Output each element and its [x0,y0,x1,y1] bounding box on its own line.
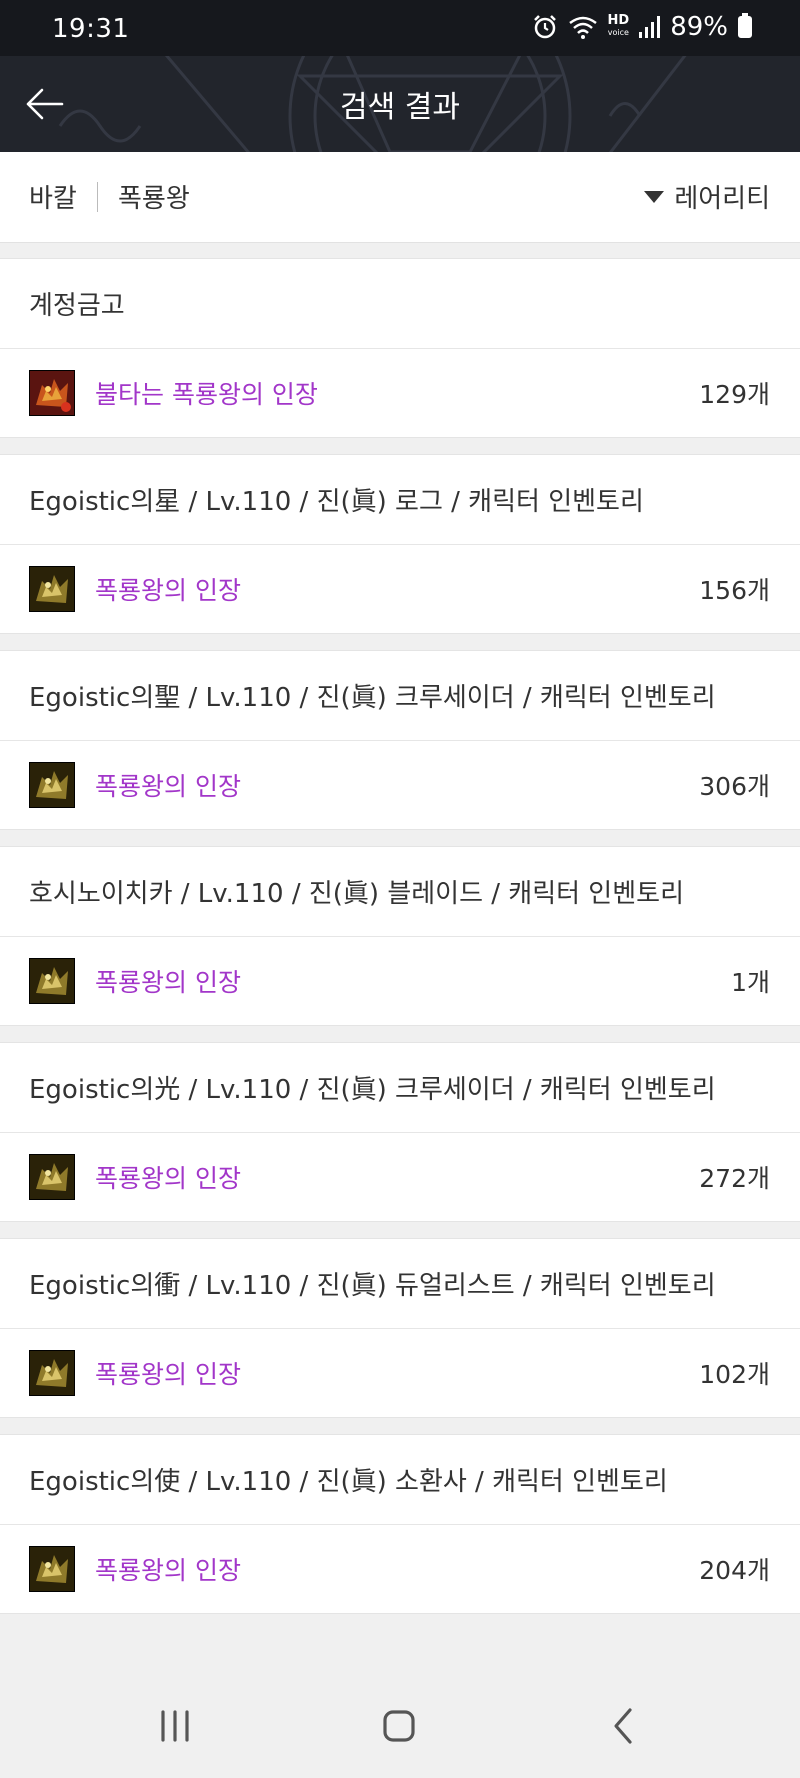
caret-down-icon [644,190,665,203]
item-name: 불타는 폭룡왕의 인장 [95,380,318,409]
item-row[interactable]: 폭룡왕의 인장 102개 [0,1329,800,1417]
app-header: 검색 결과 [0,56,800,152]
item-name: 폭룡왕의 인장 [95,1164,241,1193]
sort-label: 레어리티 [674,184,770,214]
item-row[interactable]: 폭룡왕의 인장 1개 [0,937,800,1025]
result-list: 계정금고불타는 폭룡왕의 인장 129개 Egoistic의星 / Lv.110 /… [0,258,800,1630]
seal-icon [29,1154,75,1200]
seal-icon [29,958,75,1004]
sort-dropdown[interactable]: 레어리티 [644,178,770,215]
item-count: 1개 [731,968,770,997]
status-icons: HD voice 89% [532,12,752,42]
group-location-title: Egoistic의衝 / Lv.110 / 진(眞) 듀얼리스트 / 캐릭터 인… [0,1239,800,1329]
server-label[interactable]: 바칼 [29,178,77,215]
group-location-title: Egoistic의光 / Lv.110 / 진(眞) 크루세이더 / 캐릭터 인… [0,1043,800,1133]
item-row[interactable]: 불타는 폭룡왕의 인장 129개 [0,349,800,437]
back-chevron-icon[interactable] [594,1704,654,1748]
item-name: 폭룡왕의 인장 [95,576,241,605]
hd-label: HD [607,13,630,28]
recent-apps-icon[interactable] [145,1704,205,1748]
result-group: Egoistic의衝 / Lv.110 / 진(眞) 듀얼리스트 / 캐릭터 인… [0,1238,800,1418]
hd-voice-badge: HD voice [607,13,630,39]
battery-percent: 89% [670,12,728,42]
item-count: 129개 [699,380,770,409]
group-location-title: 호시노이치카 / Lv.110 / 진(眞) 블레이드 / 캐릭터 인벤토리 [0,847,800,937]
item-row[interactable]: 폭룡왕의 인장 156개 [0,545,800,633]
item-count: 204개 [699,1556,770,1585]
filter-divider [97,182,98,212]
status-time: 19:31 [52,14,130,44]
seal-icon [29,762,75,808]
result-group: Egoistic의使 / Lv.110 / 진(眞) 소환사 / 캐릭터 인벤토… [0,1434,800,1614]
item-name: 폭룡왕의 인장 [95,968,241,997]
voice-label: voice [607,28,629,37]
seal-icon [29,566,75,612]
item-row[interactable]: 폭룡왕의 인장 272개 [0,1133,800,1221]
seal-icon [29,1546,75,1592]
item-row[interactable]: 폭룡왕의 인장 306개 [0,741,800,829]
result-group: 계정금고불타는 폭룡왕의 인장 129개 [0,258,800,438]
item-count: 156개 [699,576,770,605]
burning-seal-icon [29,370,75,416]
item-name: 폭룡왕의 인장 [95,772,241,801]
wifi-icon [568,16,597,39]
item-name: 폭룡왕의 인장 [95,1556,241,1585]
home-icon[interactable] [369,1704,429,1748]
filter-bar: 바칼 폭룡왕 레어리티 [0,152,800,243]
group-location-title: Egoistic의使 / Lv.110 / 진(眞) 소환사 / 캐릭터 인벤토… [0,1435,800,1525]
result-group: Egoistic의光 / Lv.110 / 진(眞) 크루세이더 / 캐릭터 인… [0,1042,800,1222]
result-group: Egoistic의聖 / Lv.110 / 진(眞) 크루세이더 / 캐릭터 인… [0,650,800,830]
group-location-title: Egoistic의聖 / Lv.110 / 진(眞) 크루세이더 / 캐릭터 인… [0,651,800,741]
group-location-title: Egoistic의星 / Lv.110 / 진(眞) 로그 / 캐릭터 인벤토리 [0,455,800,545]
signal-icon [639,16,661,38]
result-group: Egoistic의星 / Lv.110 / 진(眞) 로그 / 캐릭터 인벤토리… [0,454,800,634]
system-nav-bar [0,1672,800,1778]
item-name: 폭룡왕의 인장 [95,1360,241,1389]
result-group: 호시노이치카 / Lv.110 / 진(眞) 블레이드 / 캐릭터 인벤토리 폭룡… [0,846,800,1026]
item-count: 272개 [699,1164,770,1193]
battery-icon [738,13,752,38]
alarm-icon [533,15,556,39]
seal-icon [29,1350,75,1396]
item-row[interactable]: 폭룡왕의 인장 204개 [0,1525,800,1613]
status-bar: 19:31 HD voice 89% [0,0,800,56]
item-count: 102개 [699,1360,770,1389]
group-location-title: 계정금고 [0,259,800,349]
page-title: 검색 결과 [340,90,460,125]
search-query[interactable]: 폭룡왕 [118,178,190,215]
item-count: 306개 [699,772,770,801]
